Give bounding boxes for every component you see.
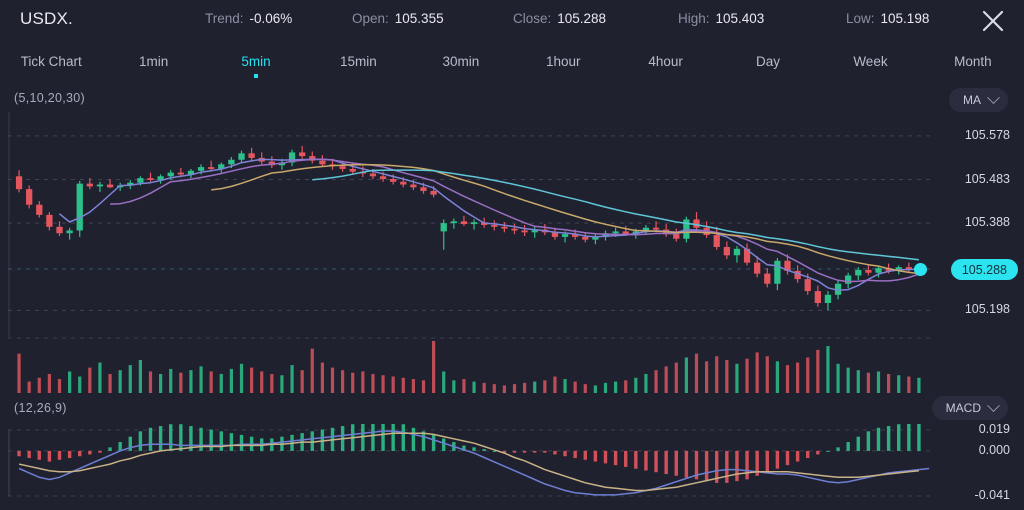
quote-high-value: 105.403 — [716, 11, 765, 26]
symbol-title: USDX. — [20, 9, 73, 29]
tab-4hour[interactable]: 4hour — [614, 52, 716, 72]
chevron-down-icon — [987, 399, 1000, 412]
volume-chart[interactable] — [0, 337, 930, 395]
close-icon[interactable] — [976, 4, 1010, 38]
quote-open-label: Open: — [352, 11, 389, 26]
chart-header: USDX. Trend: -0.06% Open: 105.355 Close: 10… — [0, 0, 1024, 40]
price-axis-tick: 105.578 — [965, 128, 1010, 142]
tab-5min[interactable]: 5min — [205, 52, 307, 72]
quote-low-value: 105.198 — [881, 11, 930, 26]
quote-low: Low: 105.198 — [846, 11, 929, 26]
chart-widget: USDX. Trend: -0.06% Open: 105.355 Close: 10… — [0, 0, 1024, 510]
macd-axis-tick: 0.000 — [979, 443, 1010, 457]
macd-axis-tick: -0.041 — [975, 488, 1010, 502]
quote-open-value: 105.355 — [395, 11, 444, 26]
tab-month[interactable]: Month — [922, 52, 1024, 72]
tab-label: 5min — [241, 54, 270, 69]
price-axis-tick: 105.483 — [965, 172, 1010, 186]
tab-label: Week — [853, 54, 887, 69]
ma-indicator-selector[interactable]: MA — [949, 88, 1008, 112]
tab-15min[interactable]: 15min — [307, 52, 409, 72]
tab-label: 1min — [139, 54, 168, 69]
quote-open: Open: 105.355 — [352, 11, 444, 26]
price-axis-tick: 105.388 — [965, 215, 1010, 229]
quote-trend-value: -0.06% — [250, 11, 293, 26]
tab-label: 1hour — [546, 54, 581, 69]
macd-axis-tick: 0.019 — [979, 422, 1010, 436]
tab-label: 15min — [340, 54, 377, 69]
quote-close-value: 105.288 — [557, 11, 606, 26]
tab-1hour[interactable]: 1hour — [512, 52, 614, 72]
quote-close-label: Close: — [513, 11, 551, 26]
tab-label: Month — [954, 54, 992, 69]
macd-indicator-selector[interactable]: MACD — [932, 396, 1008, 420]
macd-chart[interactable] — [0, 424, 930, 504]
macd-pill-label: MACD — [946, 401, 981, 415]
tab-tick-chart[interactable]: Tick Chart — [0, 52, 102, 72]
quote-trend: Trend: -0.06% — [205, 11, 292, 26]
active-tab-indicator — [254, 74, 258, 78]
timeframe-tabs: Tick Chart 1min 5min 15min 30min 1hour 4hour Da… — [0, 44, 1024, 80]
price-chart[interactable] — [0, 112, 930, 337]
chevron-down-icon — [987, 91, 1000, 104]
current-price-badge: 105.288 — [951, 259, 1018, 280]
quote-high-label: High: — [678, 11, 710, 26]
tab-label: Day — [756, 54, 780, 69]
quote-low-label: Low: — [846, 11, 875, 26]
tab-day[interactable]: Day — [717, 52, 819, 72]
quote-trend-label: Trend: — [205, 11, 244, 26]
tab-week[interactable]: Week — [819, 52, 921, 72]
tab-label: Tick Chart — [21, 54, 82, 69]
quote-high: High: 105.403 — [678, 11, 764, 26]
ma-params-label: (5,10,20,30) — [14, 91, 85, 105]
quote-close: Close: 105.288 — [513, 11, 606, 26]
tab-1min[interactable]: 1min — [102, 52, 204, 72]
macd-params-label: (12,26,9) — [14, 401, 67, 415]
price-axis-tick: 105.198 — [965, 302, 1010, 316]
tab-30min[interactable]: 30min — [410, 52, 512, 72]
current-price-dot — [914, 263, 927, 276]
tab-label: 4hour — [648, 54, 683, 69]
ma-pill-label: MA — [963, 93, 981, 107]
tab-label: 30min — [442, 54, 479, 69]
